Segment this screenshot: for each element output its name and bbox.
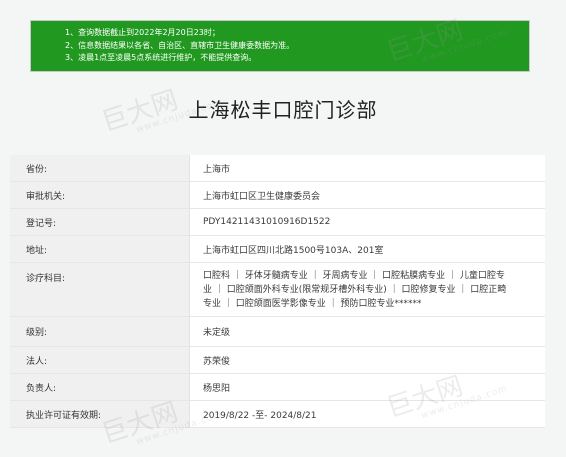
row-label: 法人: <box>10 347 190 373</box>
row-label: 省份: <box>10 155 190 181</box>
row-person-in-charge: 负责人: 杨思阳 <box>10 374 545 401</box>
row-value: 未定级 <box>203 328 231 338</box>
row-legal-person: 法人: 苏荣俊 <box>10 347 545 374</box>
notice-line-2: 2、信息数据结果以各省、自治区、直辖市卫生健康委数据为准。 <box>65 40 295 50</box>
row-label: 诊疗科目: <box>10 263 190 316</box>
page-title: 上海松丰口腔门诊部 <box>188 98 378 122</box>
row-value: 苏荣俊 <box>203 356 231 367</box>
info-table: 省份: 上海市 审批机关: 上海市虹口区卫生健康委员会 登记号: PDY1421… <box>10 155 545 428</box>
department-line-3: 专业 ｜ 口腔颌面医学影像专业 ｜ 预防口腔专业****** <box>203 299 422 309</box>
row-value: 上海市 <box>203 164 231 175</box>
notice-line-1: 1、查询数据截止到2022年2月20日23时； <box>65 28 220 37</box>
notice-line-3: 3、凌晨1点至凌晨5点系统进行维护，不能提供查询。 <box>65 53 257 62</box>
row-label: 登记号: <box>10 209 190 235</box>
row-label: 执业许可证有效期: <box>10 401 190 427</box>
row-value: PDY14211431010916D1522 <box>203 217 331 227</box>
row-license-validity: 执业许可证有效期: 2019/8/22 -至- 2024/8/21 <box>10 401 545 428</box>
row-value: 上海市虹口区四川北路1500号103A、201室 <box>203 245 384 256</box>
row-authority: 审批机关: 上海市虹口区卫生健康委员会 <box>10 182 545 209</box>
row-departments: 诊疗科目: 口腔科 ｜ 牙体牙髓病专业 ｜ 牙周病专业 ｜ 口腔粘膜病专业 ｜ … <box>10 263 545 317</box>
department-line-1: 口腔科 ｜ 牙体牙髓病专业 ｜ 牙周病专业 ｜ 口腔粘膜病专业 ｜ 儿童口腔专 <box>203 271 505 281</box>
row-label: 负责人: <box>10 374 190 400</box>
row-label: 审批机关: <box>10 182 190 208</box>
row-label: 地址: <box>10 236 190 262</box>
notice-banner: 1、查询数据截止到2022年2月20日23时； 2、信息数据结果以各省、自治区、… <box>30 20 530 72</box>
row-address: 地址: 上海市虹口区四川北路1500号103A、201室 <box>10 236 545 263</box>
row-province: 省份: 上海市 <box>10 155 545 182</box>
row-value: 杨思阳 <box>203 383 231 394</box>
row-value: 上海市虹口区卫生健康委员会 <box>203 191 321 202</box>
row-value: 口腔科 ｜ 牙体牙髓病专业 ｜ 牙周病专业 ｜ 口腔粘膜病专业 ｜ 儿童口腔专 … <box>190 263 545 316</box>
row-level: 级别: 未定级 <box>10 317 545 347</box>
department-line-2: 业 ｜ 口腔颌面外科专业(限常规牙槽外科专业) ｜ 口腔修复专业 ｜ 口腔正畸 <box>203 285 507 295</box>
row-value: 2019/8/22 -至- 2024/8/21 <box>203 410 317 421</box>
row-registration: 登记号: PDY14211431010916D1522 <box>10 209 545 236</box>
row-label: 级别: <box>10 317 190 346</box>
